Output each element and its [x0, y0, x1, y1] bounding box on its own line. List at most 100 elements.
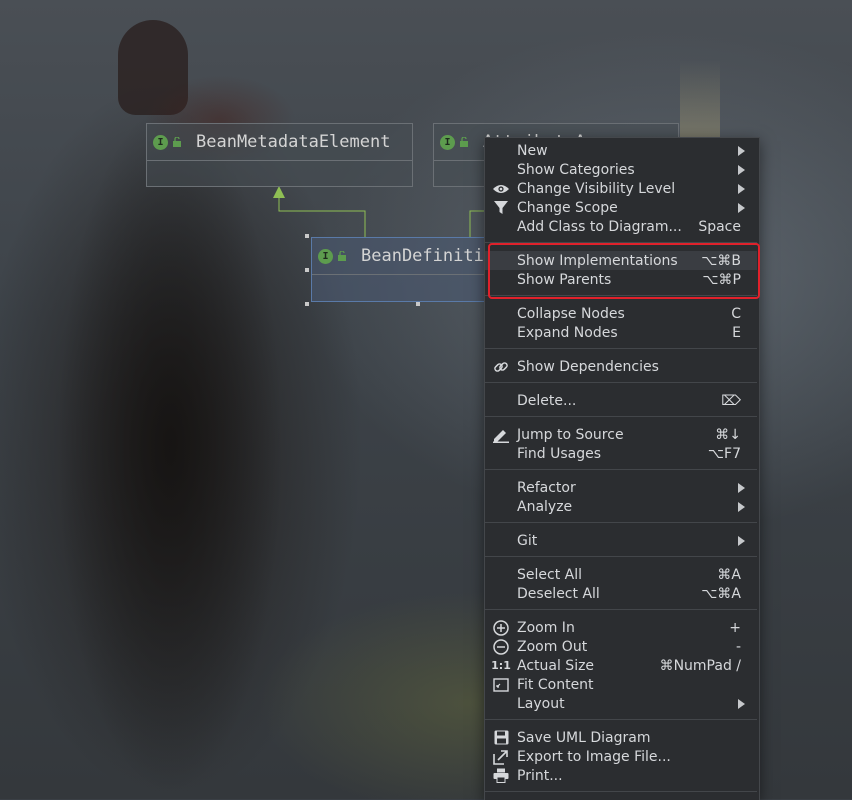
menu-label: Jump to Source	[517, 426, 624, 443]
menu-label: New	[517, 142, 548, 159]
menu-item-show-dependencies[interactable]: Show Dependencies	[485, 357, 757, 376]
menu-item-change-visibility[interactable]: Change Visibility Level	[485, 179, 757, 198]
save-icon	[492, 729, 510, 746]
menu-item-jump-to-source[interactable]: Jump to Source ⌘↓	[485, 425, 757, 444]
menu-separator	[485, 719, 757, 720]
menu-label: Actual Size	[517, 657, 595, 674]
menu-item-export-image[interactable]: Export to Image File...	[485, 747, 757, 766]
menu-item-show-categories[interactable]: Show Categories	[485, 160, 757, 179]
menu-separator	[485, 522, 757, 523]
actual-size-icon: 1:1	[491, 659, 511, 672]
menu-item-actual-size[interactable]: 1:1 Actual Size ⌘NumPad /	[485, 656, 757, 675]
menu-label: Layout	[517, 695, 565, 712]
menu-separator	[485, 382, 757, 383]
submenu-arrow-icon	[738, 502, 745, 512]
menu-shortcut: ⌘↓	[715, 426, 741, 443]
submenu-arrow-icon	[738, 699, 745, 709]
menu-shortcut: -	[735, 638, 741, 655]
menu-separator	[485, 416, 757, 417]
lock-open-icon	[173, 137, 181, 147]
zoom-in-icon	[492, 619, 510, 636]
menu-item-print[interactable]: Print...	[485, 766, 757, 785]
highlight-annotation-box	[488, 243, 760, 299]
menu-item-layout[interactable]: Layout	[485, 694, 757, 713]
selection-handle[interactable]	[305, 302, 309, 306]
menu-item-expand-nodes[interactable]: Expand Nodes E	[485, 323, 757, 342]
submenu-arrow-icon	[738, 203, 745, 213]
menu-label: Analyze	[517, 498, 573, 515]
menu-shortcut: Space	[698, 218, 741, 235]
filter-icon	[492, 199, 510, 216]
uml-node-bean-definition[interactable]: I BeanDefinition	[311, 237, 513, 302]
menu-item-collapse-nodes[interactable]: Collapse Nodes C	[485, 304, 757, 323]
menu-label: Delete...	[517, 392, 577, 409]
menu-label: Collapse Nodes	[517, 305, 625, 322]
menu-item-new[interactable]: New	[485, 141, 757, 160]
menu-label: Change Visibility Level	[517, 180, 676, 197]
menu-item-find-usages[interactable]: Find Usages ⌥F7	[485, 444, 757, 463]
selection-handle[interactable]	[305, 268, 309, 272]
menu-label: Zoom In	[517, 619, 575, 636]
menu-label: Refactor	[517, 479, 576, 496]
node-title: BeanMetadataElement	[196, 132, 391, 152]
menu-label: Export to Image File...	[517, 748, 671, 765]
menu-label: Show Categories	[517, 161, 635, 178]
submenu-arrow-icon	[738, 483, 745, 493]
menu-item-zoom-out[interactable]: Zoom Out -	[485, 637, 757, 656]
menu-label: Deselect All	[517, 585, 600, 602]
menu-item-fit-content[interactable]: Fit Content	[485, 675, 757, 694]
menu-shortcut: ⌘A	[717, 566, 741, 583]
menu-separator	[485, 609, 757, 610]
eye-icon	[492, 180, 510, 197]
menu-item-zoom-in[interactable]: Zoom In +	[485, 618, 757, 637]
menu-label: Find Usages	[517, 445, 602, 462]
menu-item-change-scope[interactable]: Change Scope	[485, 198, 757, 217]
inheritance-line-metadata	[278, 196, 366, 237]
export-icon	[492, 748, 510, 765]
pencil-icon	[492, 426, 510, 443]
menu-item-save-uml[interactable]: Save UML Diagram	[485, 728, 757, 747]
menu-label: Change Scope	[517, 199, 618, 216]
fit-content-icon	[492, 676, 510, 693]
menu-shortcut: C	[731, 305, 741, 322]
link-icon	[492, 358, 510, 375]
menu-item-add-class[interactable]: Add Class to Diagram... Space	[485, 217, 757, 236]
submenu-arrow-icon	[738, 184, 745, 194]
menu-shortcut: E	[732, 324, 741, 341]
menu-item-delete[interactable]: Delete... ⌦	[485, 391, 757, 410]
zoom-out-icon	[492, 638, 510, 655]
menu-label: Show Dependencies	[517, 358, 659, 375]
submenu-arrow-icon	[738, 165, 745, 175]
menu-shortcut: ⌘NumPad /	[659, 657, 741, 674]
interface-icon: I	[318, 248, 333, 264]
menu-label: Select All	[517, 566, 582, 583]
menu-shortcut: +	[729, 619, 741, 636]
printer-icon	[492, 767, 510, 784]
uml-node-bean-metadata-element[interactable]: I BeanMetadataElement	[146, 123, 413, 187]
menu-separator	[485, 791, 757, 792]
selection-handle[interactable]	[305, 234, 309, 238]
menu-separator	[485, 348, 757, 349]
context-menu: New Show Categories Change Visibility Le…	[484, 137, 760, 800]
menu-label: Zoom Out	[517, 638, 588, 655]
menu-label: Expand Nodes	[517, 324, 618, 341]
menu-item-git[interactable]: Git	[485, 531, 757, 550]
lock-open-icon	[338, 251, 346, 261]
interface-icon: I	[440, 134, 455, 150]
submenu-arrow-icon	[738, 536, 745, 546]
menu-label: Save UML Diagram	[517, 729, 651, 746]
menu-label: Print...	[517, 767, 563, 784]
menu-label: Git	[517, 532, 538, 549]
menu-shortcut: ⌥⌘A	[701, 585, 741, 602]
menu-item-refactor[interactable]: Refactor	[485, 478, 757, 497]
interface-icon: I	[153, 134, 168, 150]
menu-item-analyze[interactable]: Analyze	[485, 497, 757, 516]
menu-separator	[485, 556, 757, 557]
selection-handle[interactable]	[416, 302, 420, 306]
inheritance-arrow-metadata	[273, 186, 285, 198]
lock-open-icon	[460, 137, 468, 147]
menu-item-select-all[interactable]: Select All ⌘A	[485, 565, 757, 584]
menu-separator	[485, 469, 757, 470]
menu-label: Add Class to Diagram...	[517, 218, 682, 235]
menu-item-deselect-all[interactable]: Deselect All ⌥⌘A	[485, 584, 757, 603]
